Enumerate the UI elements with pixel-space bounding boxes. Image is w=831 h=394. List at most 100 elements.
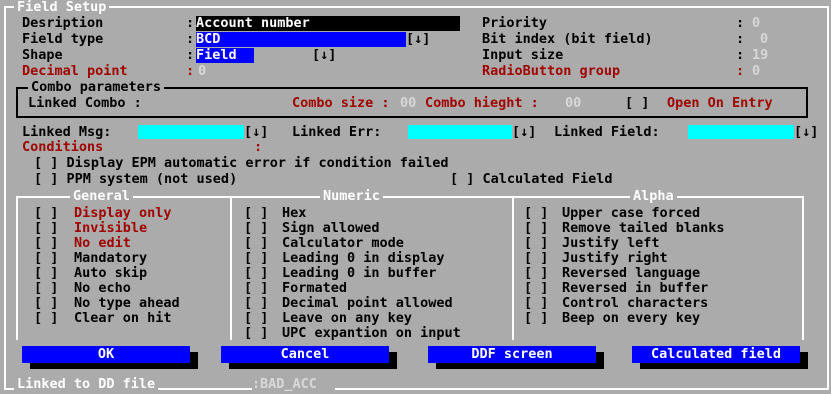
linked-msg-dropdown-arrow[interactable]: [↓] — [244, 125, 268, 140]
linked-dd-file-label: Linked to DD file — [14, 377, 159, 392]
bit-index-field[interactable]: 0 — [760, 32, 768, 47]
numeric-checkbox[interactable]: [ ] — [244, 326, 268, 341]
linked-err-field[interactable] — [408, 125, 512, 139]
general-item-mandatory: Mandatory — [74, 250, 148, 266]
alpha-checkbox[interactable]: [ ] — [524, 311, 548, 326]
combo-parameters-title: Combo parameters — [28, 80, 165, 95]
cancel-button[interactable]: Cancel — [221, 346, 389, 363]
input-size-colon: : — [736, 47, 745, 63]
linked-err-dropdown-arrow[interactable]: [↓] — [512, 125, 536, 140]
alpha-item-beep-on-every-key: Beep on every key — [562, 310, 701, 326]
open-on-entry-checkbox[interactable]: [ ] — [625, 96, 649, 111]
numeric-checkbox[interactable]: [ ] — [244, 266, 268, 281]
alpha-checkbox[interactable]: [ ] — [524, 266, 548, 281]
general-checkbox[interactable]: [ ] — [34, 251, 58, 266]
display-epm-checkbox[interactable]: [ ] Display EPM automatic error if condi… — [34, 156, 449, 171]
numeric-item-upc-expantion: UPC expantion on input — [282, 325, 461, 341]
combo-height-label: Combo hieght : — [425, 95, 539, 111]
ppm-system-checkbox[interactable]: [ ] PPM system (not used) — [34, 172, 237, 187]
linked-dd-file-colon: : — [252, 376, 261, 392]
bit-index-colon: : — [736, 31, 745, 47]
alpha-checkbox[interactable]: [ ] — [524, 281, 548, 296]
linked-field-field[interactable] — [688, 125, 794, 139]
general-checkbox[interactable]: [ ] — [34, 311, 58, 326]
numeric-item-formated: Formated — [282, 280, 348, 296]
alpha-item-remove-tailed-blanks: Remove tailed blanks — [562, 220, 725, 236]
numeric-item-decimal-point-allowed: Decimal point allowed — [282, 295, 453, 311]
input-size-field[interactable]: 19 — [752, 48, 768, 63]
dialog-title: Field Setup — [14, 0, 110, 15]
shape-label: Shape — [22, 47, 63, 63]
description-field[interactable]: Account number — [196, 16, 460, 31]
decimal-point-label: Decimal point — [22, 63, 128, 79]
linked-combo-label: Linked Combo : — [28, 95, 142, 111]
alpha-checkbox[interactable]: [ ] — [524, 296, 548, 311]
shape-select[interactable]: Field — [196, 48, 254, 63]
calculated-field-checkbox[interactable]: [ ] Calculated Field — [450, 172, 613, 187]
radiobutton-group-field[interactable]: 0 — [752, 64, 760, 79]
numeric-checkbox[interactable]: [ ] — [244, 251, 268, 266]
numeric-checkbox[interactable]: [ ] — [244, 281, 268, 296]
numeric-item-leading-0-buffer: Leading 0 in buffer — [282, 265, 437, 281]
numeric-checkbox[interactable]: [ ] — [244, 311, 268, 326]
general-checkbox[interactable]: [ ] — [34, 206, 58, 221]
numeric-item-hex: Hex — [282, 205, 307, 221]
general-checkbox[interactable]: [ ] — [34, 221, 58, 236]
shape-dropdown-arrow[interactable]: [↓] — [312, 48, 336, 63]
priority-colon: : — [736, 15, 745, 31]
field-type-select[interactable]: BCD — [196, 32, 406, 47]
shape-colon: : — [186, 47, 195, 63]
general-item-no-edit: No edit — [74, 235, 131, 251]
general-checkbox[interactable]: [ ] — [34, 296, 58, 311]
combo-size-label: Combo size : — [292, 95, 390, 111]
linked-dd-file-value: BAD_ACC — [260, 377, 335, 392]
calculated-field-button[interactable]: Calculated field — [632, 346, 800, 363]
general-checkbox[interactable]: [ ] — [34, 281, 58, 296]
conditions-colon: : — [254, 139, 263, 155]
combo-height-field[interactable]: 00 — [565, 96, 581, 111]
combo-size-field[interactable]: 00 — [400, 96, 416, 111]
linked-msg-field[interactable] — [138, 125, 244, 139]
alpha-item-upper-case-forced: Upper case forced — [562, 205, 701, 221]
conditions-label: Conditions — [22, 139, 104, 155]
general-item-auto-skip: Auto skip — [74, 265, 148, 281]
decimal-point-colon: : — [186, 63, 195, 79]
field-type-dropdown-arrow[interactable]: [↓] — [406, 32, 430, 47]
description-label: Desription — [22, 15, 104, 31]
numeric-item-leading-0-display: Leading 0 in display — [282, 250, 445, 266]
numeric-checkbox[interactable]: [ ] — [244, 236, 268, 251]
field-type-colon: : — [186, 31, 195, 47]
alpha-item-justify-left: Justify left — [562, 235, 660, 251]
alpha-checkbox[interactable]: [ ] — [524, 251, 548, 266]
numeric-checkbox[interactable]: [ ] — [244, 296, 268, 311]
linked-field-dropdown-arrow[interactable]: [↓] — [794, 125, 818, 140]
alpha-title: Alpha — [630, 189, 677, 204]
decimal-point-field[interactable]: 0 — [198, 64, 206, 79]
description-colon: : — [186, 15, 195, 31]
numeric-item-leave-on-any-key: Leave on any key — [282, 310, 413, 326]
numeric-item-sign-allowed: Sign allowed — [282, 220, 380, 236]
alpha-checkbox[interactable]: [ ] — [524, 206, 548, 221]
alpha-checkbox[interactable]: [ ] — [524, 236, 548, 251]
general-checkbox[interactable]: [ ] — [34, 236, 58, 251]
open-on-entry-label: Open On Entry — [667, 95, 773, 111]
alpha-item-reversed-in-buffer: Reversed in buffer — [562, 280, 709, 296]
priority-field[interactable]: 0 — [752, 16, 760, 31]
radiobutton-group-colon: : — [736, 63, 745, 79]
general-item-no-type-ahead: No type ahead — [74, 295, 180, 311]
general-checkbox[interactable]: [ ] — [34, 266, 58, 281]
linked-err-label: Linked Err: — [292, 124, 382, 140]
general-title: General — [70, 189, 133, 204]
general-item-display-only: Display only — [74, 205, 172, 221]
ddf-screen-button[interactable]: DDF screen — [428, 346, 596, 363]
numeric-title: Numeric — [320, 189, 383, 204]
numeric-checkbox[interactable]: [ ] — [244, 221, 268, 236]
general-item-invisible: Invisible — [74, 220, 148, 236]
alpha-item-reversed-language: Reversed language — [562, 265, 701, 281]
numeric-checkbox[interactable]: [ ] — [244, 206, 268, 221]
ok-button[interactable]: OK — [22, 346, 190, 363]
general-item-clear-on-hit: Clear on hit — [74, 310, 172, 326]
field-type-label: Field type — [22, 31, 104, 47]
alpha-checkbox[interactable]: [ ] — [524, 221, 548, 236]
radiobutton-group-label: RadioButton group — [482, 63, 621, 79]
